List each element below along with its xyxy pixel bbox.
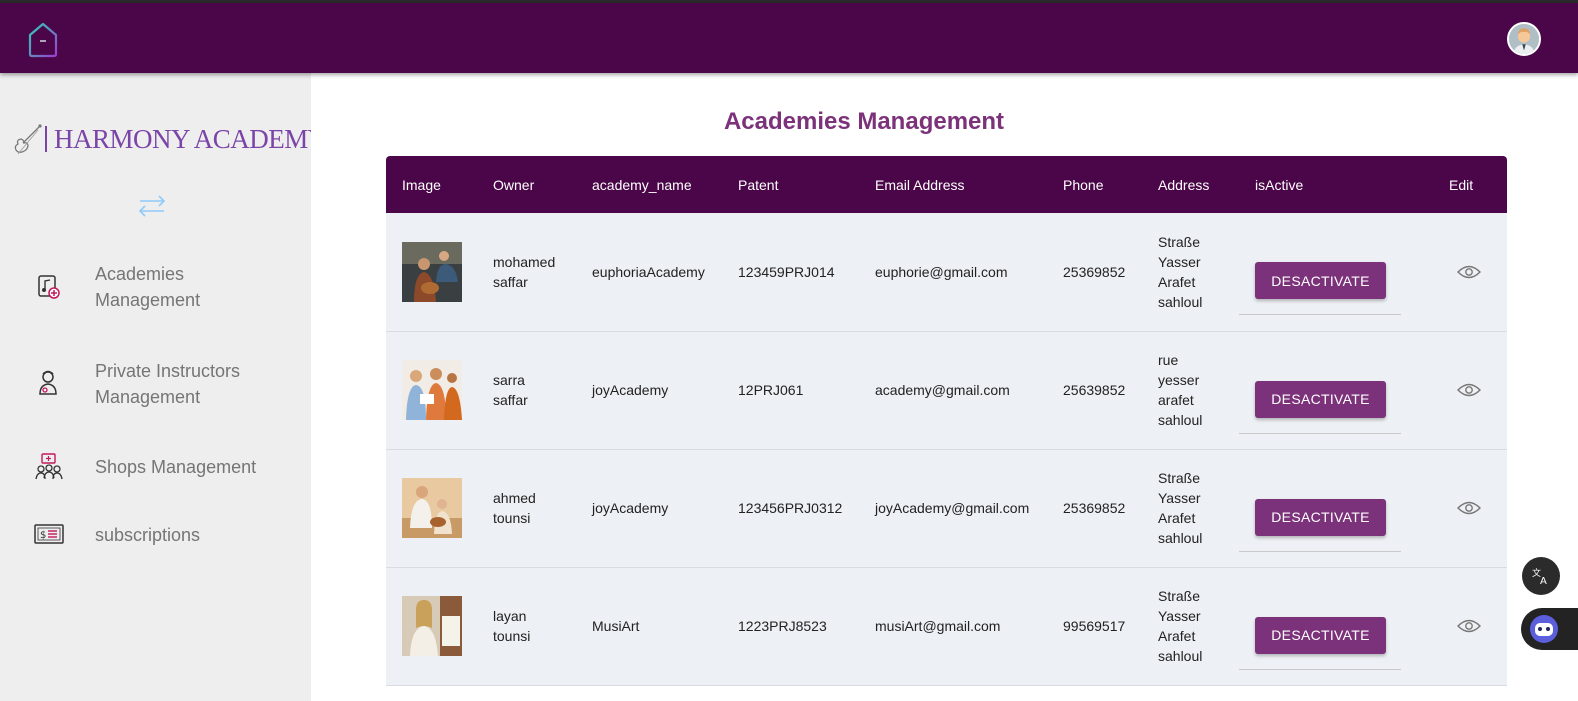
view-eye-icon[interactable]: [1457, 264, 1481, 280]
academy-name-cell: joyAcademy: [592, 382, 669, 398]
isactive-cell: DESACTIVATE: [1239, 449, 1433, 567]
user-avatar[interactable]: [1507, 22, 1541, 56]
table-row: mohamed saffar euphoriaAcademy 123459PRJ0…: [386, 213, 1507, 331]
cell-divider: [1239, 314, 1401, 315]
brand-logo: HARMONY ACADEMY: [12, 120, 327, 160]
assistant-bot-icon: [1530, 615, 1558, 643]
patent-cell: 1223PRJ8523: [738, 618, 827, 634]
academy-image: [402, 596, 462, 656]
academy-name-cell: euphoriaAcademy: [592, 263, 705, 280]
sidebar-item-shops[interactable]: Shops Management: [0, 452, 311, 488]
academy-image: [402, 360, 462, 420]
dollar-bill-icon: $: [34, 524, 64, 544]
sidebar-toggle-icon[interactable]: [136, 193, 168, 219]
edit-cell: [1433, 213, 1507, 331]
view-eye-icon[interactable]: [1457, 618, 1481, 634]
assistant-widget-button[interactable]: [1521, 608, 1578, 650]
sidebar-item-label: Academies Management: [95, 264, 201, 310]
academy-image: [402, 241, 462, 302]
owner-cell: ahmed tounsi: [493, 490, 536, 526]
address-cell: Straße Yasser Arafet sahloul: [1158, 470, 1203, 546]
edit-cell: [1433, 331, 1507, 449]
table-header-row: Image Owner academy_name Patent Email Ad…: [386, 156, 1507, 213]
column-header-address[interactable]: Address: [1142, 156, 1239, 213]
email-cell: academy@gmail.com: [875, 382, 1010, 398]
column-header-owner[interactable]: Owner: [477, 156, 576, 213]
cell-divider: [1239, 432, 1401, 434]
column-header-email[interactable]: Email Address: [859, 156, 1047, 213]
patent-cell: 123456PRJ0312: [738, 500, 843, 516]
view-eye-icon[interactable]: [1457, 500, 1481, 516]
table-row: ahmed tounsi joyAcademy 123456PRJ0312 joy…: [386, 449, 1507, 567]
music-note-plus-icon: [38, 275, 60, 299]
brand-name: HARMONY ACADEMY: [54, 124, 327, 154]
translate-button[interactable]: 文 A: [1522, 557, 1560, 595]
violin-icon: [14, 124, 42, 155]
address-cell: Straße Yasser Arafet sahloul: [1158, 588, 1203, 664]
cell-divider: [1239, 550, 1401, 552]
phone-cell: 99569517: [1063, 618, 1126, 634]
academy-name-cell: MusiArt: [592, 618, 640, 634]
column-header-image[interactable]: Image: [386, 156, 477, 213]
sidebar-item-instructors[interactable]: Private Instructors Management: [0, 357, 311, 413]
address-cell: Straße Yasser Arafet sahloul: [1158, 233, 1203, 310]
shop-people-icon: [35, 453, 63, 480]
top-navbar: [0, 3, 1578, 73]
table-row: layan tounsi MusiArt 1223PRJ8523 musiArt@…: [386, 567, 1507, 685]
desactivate-button[interactable]: DESACTIVATE: [1255, 498, 1386, 536]
column-header-phone[interactable]: Phone: [1047, 156, 1142, 213]
translate-icon: 文 A: [1532, 567, 1547, 587]
user-avatar-icon: [1509, 24, 1539, 54]
owner-cell: sarra saffar: [493, 372, 528, 408]
svg-text:A: A: [1540, 576, 1547, 587]
view-eye-icon[interactable]: [1457, 382, 1481, 398]
home-logo-icon[interactable]: [26, 21, 60, 59]
column-header-academy-name[interactable]: academy_name: [576, 156, 722, 213]
column-header-patent[interactable]: Patent: [722, 156, 859, 213]
sidebar-item-subscriptions[interactable]: $ subscriptions: [0, 520, 311, 556]
email-cell: joyAcademy@gmail.com: [875, 500, 1030, 516]
column-header-isactive[interactable]: isActive: [1239, 156, 1433, 213]
phone-cell: 25369852: [1063, 500, 1126, 516]
phone-cell: 25639852: [1063, 382, 1126, 398]
sidebar-item-label: Shops Management: [95, 457, 257, 477]
address-cell: rue yesser arafet sahloul: [1158, 352, 1203, 428]
desactivate-button[interactable]: DESACTIVATE: [1255, 616, 1386, 654]
column-header-edit[interactable]: Edit: [1433, 156, 1507, 213]
phone-cell: 25369852: [1063, 263, 1126, 280]
isactive-cell: DESACTIVATE: [1239, 331, 1433, 449]
sidebar-item-label: subscriptions: [95, 525, 201, 545]
sidebar-item-academies[interactable]: Academies Management: [0, 260, 311, 316]
edit-cell: [1433, 449, 1507, 567]
email-cell: euphorie@gmail.com: [875, 263, 1008, 280]
edit-cell: [1433, 567, 1507, 685]
sidebar-item-label: Private Instructors Management: [95, 361, 241, 407]
patent-cell: 123459PRJ014: [738, 263, 835, 280]
svg-text:$: $: [40, 530, 46, 541]
owner-cell: layan tounsi: [493, 608, 531, 644]
cell-divider: [1239, 668, 1401, 670]
brand-divider: [45, 126, 47, 152]
academy-image: [402, 478, 462, 538]
isactive-cell: DESACTIVATE: [1239, 213, 1433, 331]
academy-name-cell: joyAcademy: [592, 500, 669, 516]
isactive-cell: DESACTIVATE: [1239, 567, 1433, 685]
email-cell: musiArt@gmail.com: [875, 618, 1001, 634]
instructor-icon: [39, 370, 57, 395]
desactivate-button[interactable]: DESACTIVATE: [1255, 262, 1386, 299]
academies-table: Image Owner academy_name Patent Email Ad…: [386, 156, 1507, 701]
patent-cell: 12PRJ061: [738, 382, 804, 398]
page-title: Academies Management: [723, 108, 1005, 135]
desactivate-button[interactable]: DESACTIVATE: [1255, 380, 1386, 418]
owner-cell: mohamed saffar: [493, 253, 556, 290]
table-row: sarra saffar joyAcademy 12PRJ061 academy@…: [386, 331, 1507, 449]
